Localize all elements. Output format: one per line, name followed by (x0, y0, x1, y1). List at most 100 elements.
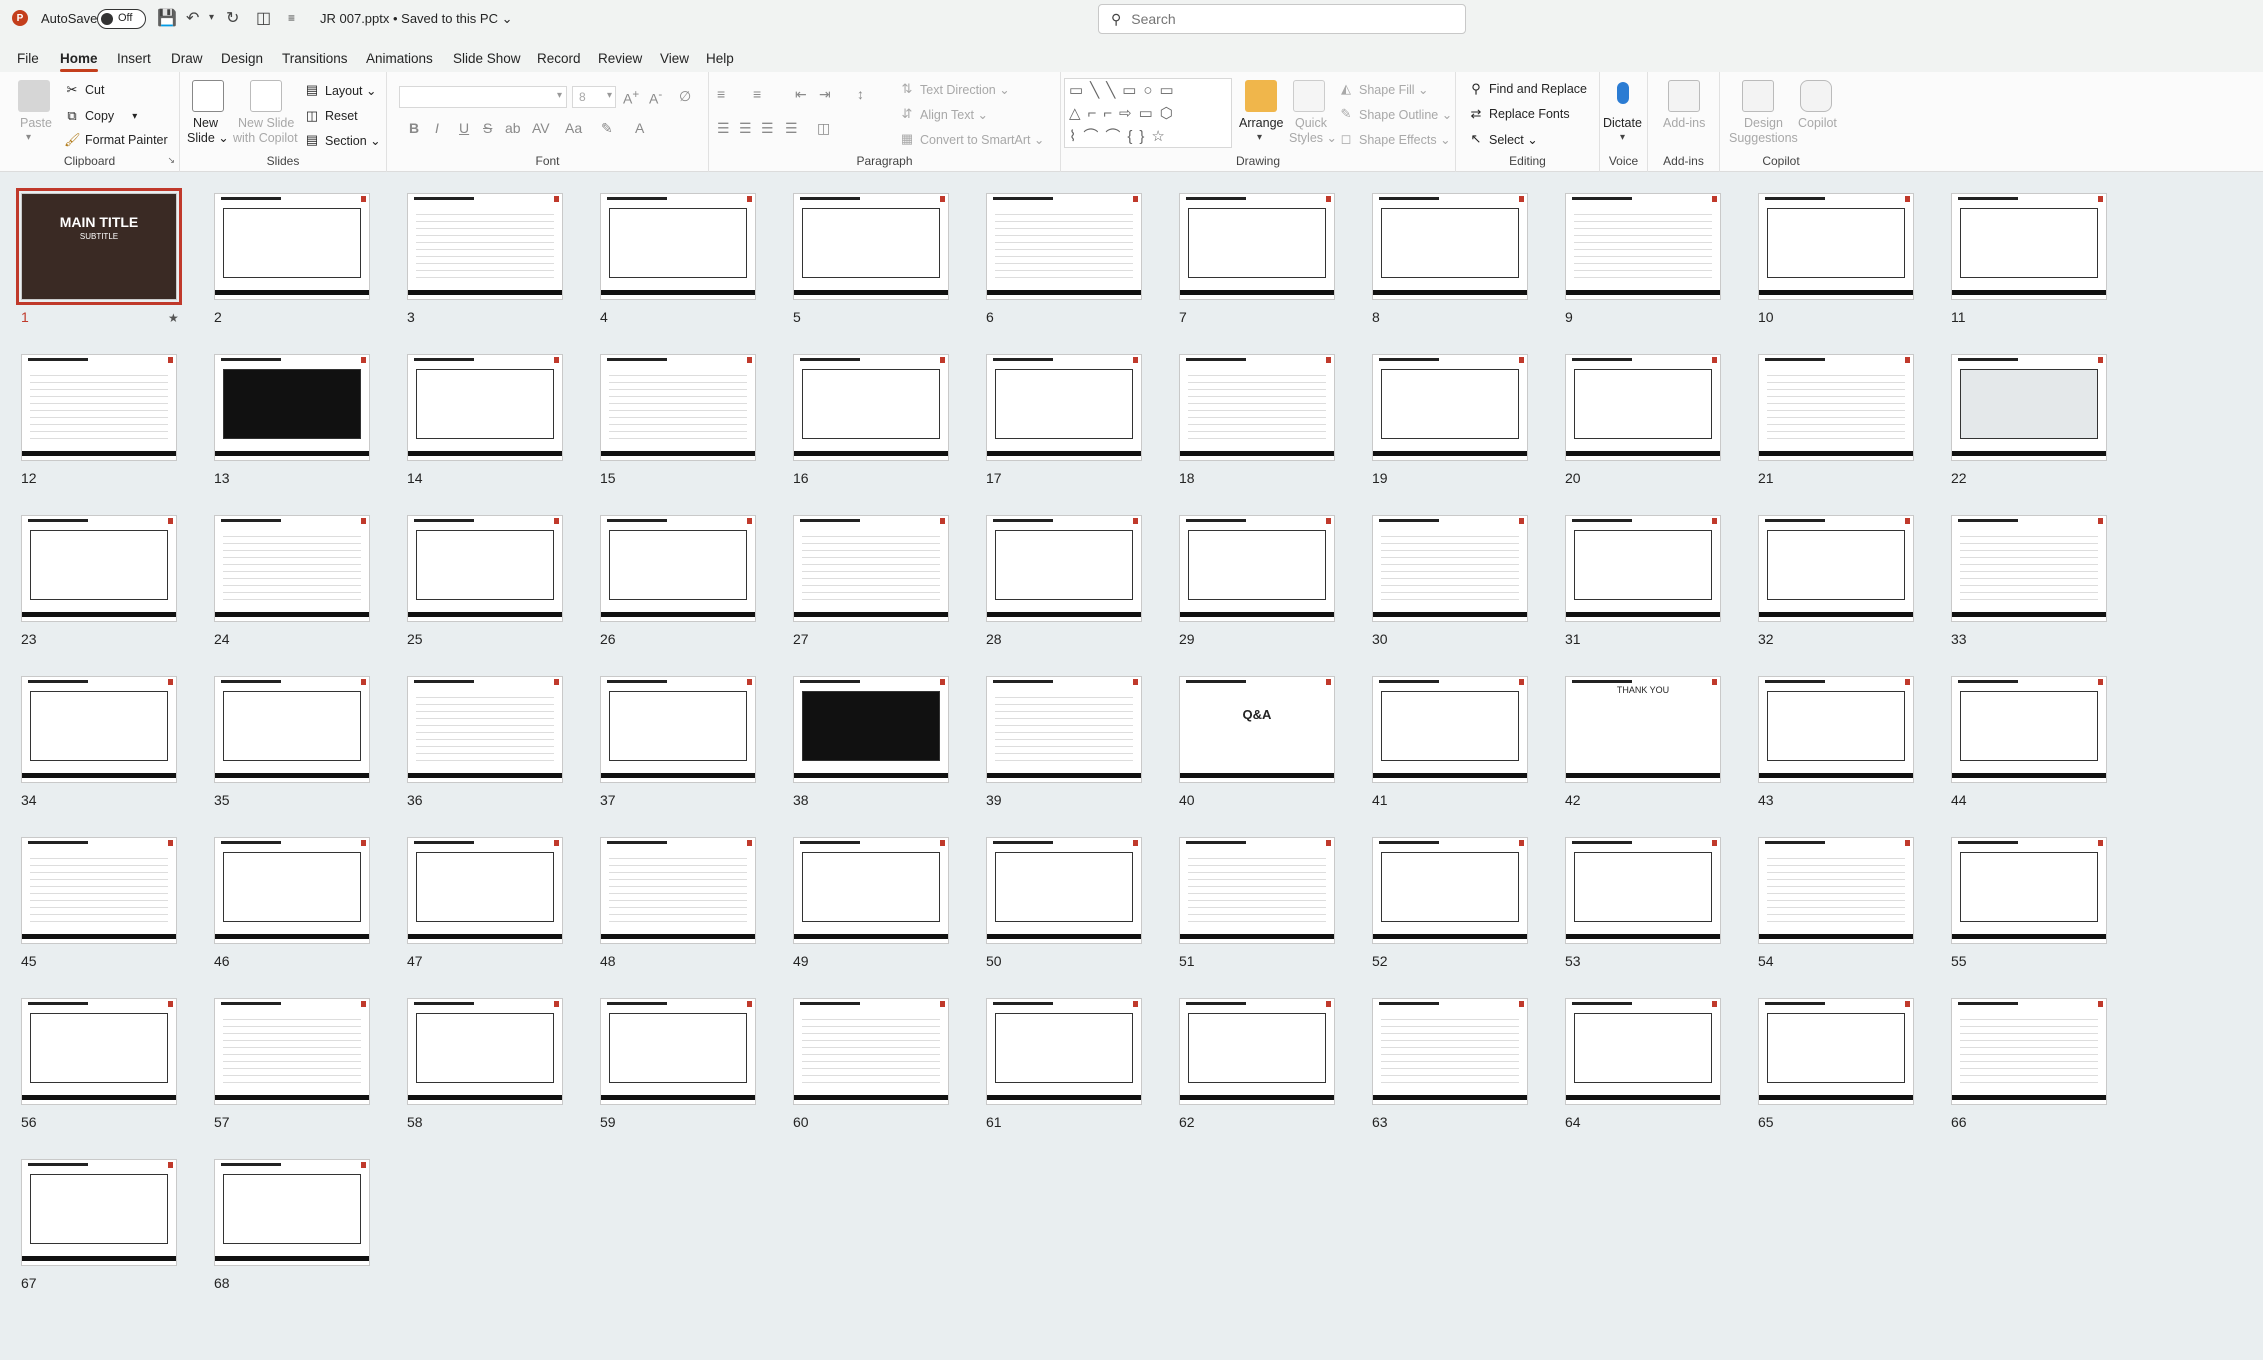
layout-button[interactable]: ▤ Layout ⌄ (304, 82, 377, 98)
autosave-toggle[interactable]: Off (97, 9, 146, 29)
microphone-icon[interactable] (1610, 80, 1636, 112)
slide-thumbnail[interactable] (1372, 354, 1528, 461)
slide-thumbnail[interactable] (1565, 998, 1721, 1105)
paste-dropdown-icon[interactable]: ▾ (26, 132, 31, 143)
arrange-icon[interactable] (1245, 80, 1277, 112)
clipboard-launcher-icon[interactable]: ↘ (167, 155, 175, 166)
paste-label[interactable]: Paste (20, 116, 52, 131)
slide-thumbnail[interactable] (214, 515, 370, 622)
text-direction-button[interactable]: ⇅ Text Direction ⌄ (899, 81, 1010, 97)
slide-thumbnail[interactable] (1179, 354, 1335, 461)
tab-record[interactable]: Record (537, 51, 581, 66)
shape-effects-button[interactable]: ◻ Shape Effects ⌄ (1338, 131, 1451, 147)
search-box[interactable]: ⚲ (1098, 4, 1466, 34)
design-suggestions-label-2[interactable]: Suggestions (1729, 131, 1798, 146)
tab-help[interactable]: Help (706, 51, 734, 66)
quick-styles-label-2[interactable]: Styles ⌄ (1289, 131, 1337, 146)
arrange-label[interactable]: Arrange (1239, 116, 1283, 131)
increase-font-size-icon[interactable]: A+ (623, 88, 639, 107)
underline-icon[interactable]: U (459, 120, 469, 136)
line-spacing-icon[interactable]: ↕ (857, 86, 864, 102)
slide-thumbnail[interactable] (407, 193, 563, 300)
select-button[interactable]: ↖ Select ⌄ (1468, 131, 1538, 147)
reset-button[interactable]: ◫ Reset (304, 108, 358, 124)
tab-design[interactable]: Design (221, 51, 263, 66)
slide-thumbnail[interactable] (214, 998, 370, 1105)
slide-thumbnail[interactable] (793, 998, 949, 1105)
slide-thumbnail[interactable] (21, 354, 177, 461)
new-slide-icon[interactable] (192, 80, 224, 112)
character-spacing-icon[interactable]: AV (532, 120, 550, 136)
slide-thumbnail[interactable] (793, 193, 949, 300)
slide-thumbnail[interactable] (214, 1159, 370, 1266)
customize-toolbar-icon[interactable]: ≡ (288, 11, 295, 25)
find-replace-button[interactable]: ⚲ Find and Replace (1468, 81, 1587, 97)
copilot-label[interactable]: Copilot (1798, 116, 1837, 131)
slide-thumbnail[interactable] (407, 515, 563, 622)
strikethrough-icon[interactable]: S (483, 120, 492, 136)
slide-thumbnail[interactable]: Q&A (1179, 676, 1335, 783)
slide-thumbnail[interactable] (21, 837, 177, 944)
tab-file[interactable]: File (17, 51, 39, 66)
slide-thumbnail[interactable] (1179, 193, 1335, 300)
slide-thumbnail[interactable] (1565, 515, 1721, 622)
replace-fonts-button[interactable]: ⇄ Replace Fonts (1468, 106, 1570, 122)
slide-thumbnail[interactable] (600, 515, 756, 622)
slide-thumbnail[interactable] (600, 998, 756, 1105)
slide-thumbnail[interactable] (214, 193, 370, 300)
slide-thumbnail[interactable] (1951, 998, 2107, 1105)
decrease-font-size-icon[interactable]: A- (649, 88, 662, 107)
slide-thumbnail[interactable] (793, 676, 949, 783)
slide-thumbnail[interactable] (1758, 676, 1914, 783)
section-button[interactable]: ▤ Section ⌄ (304, 132, 381, 148)
search-input[interactable] (1131, 11, 1432, 27)
arrange-dropdown-icon[interactable]: ▾ (1257, 132, 1262, 143)
slide-thumbnail[interactable] (214, 837, 370, 944)
slide-thumbnail[interactable] (1758, 354, 1914, 461)
save-icon[interactable]: 💾 (157, 8, 177, 28)
slide-thumbnail[interactable] (986, 193, 1142, 300)
align-center-icon[interactable]: ☰ (739, 120, 752, 137)
font-size-box[interactable]: 8 ▾ (572, 86, 616, 108)
tab-home[interactable]: Home (60, 51, 98, 72)
slide-thumbnail[interactable] (793, 354, 949, 461)
slide-thumbnail[interactable] (1565, 837, 1721, 944)
slide-thumbnail[interactable] (21, 1159, 177, 1266)
paste-icon[interactable] (18, 80, 50, 112)
slide-thumbnail[interactable] (1758, 998, 1914, 1105)
clear-formatting-icon[interactable]: ∅ (679, 88, 691, 105)
slide-thumbnail[interactable] (793, 837, 949, 944)
slide-thumbnail[interactable] (1951, 354, 2107, 461)
slide-thumbnail[interactable] (1951, 837, 2107, 944)
slide-thumbnail[interactable] (1565, 193, 1721, 300)
slide-thumbnail[interactable] (407, 998, 563, 1105)
text-shadow-icon[interactable]: ab (505, 120, 521, 136)
document-title[interactable]: JR 007.pptx • Saved to this PC ⌄ (320, 11, 512, 27)
tab-insert[interactable]: Insert (117, 51, 151, 66)
slide-thumbnail[interactable] (600, 837, 756, 944)
slide-thumbnail[interactable] (407, 354, 563, 461)
design-suggestions-icon[interactable] (1742, 80, 1774, 112)
slide-thumbnail[interactable] (986, 998, 1142, 1105)
tab-review[interactable]: Review (598, 51, 642, 66)
change-case-icon[interactable]: Aa (565, 120, 582, 136)
slide-thumbnail[interactable] (986, 354, 1142, 461)
shapes-gallery[interactable]: ▭╲╲▭○▭ △⌐⌐⇨▭⬡ ⌇⌒⌒{}☆ (1064, 78, 1232, 148)
slide-thumbnail[interactable] (1179, 998, 1335, 1105)
slide-thumbnail[interactable] (1372, 515, 1528, 622)
slide-thumbnail[interactable] (1179, 515, 1335, 622)
addins-label[interactable]: Add-ins (1663, 116, 1705, 131)
italic-icon[interactable]: I (435, 120, 439, 136)
copy-button[interactable]: ⧉ Copy ▾ (64, 108, 137, 124)
undo-dropdown-icon[interactable]: ▾ (209, 12, 214, 23)
quick-styles-label[interactable]: Quick (1295, 116, 1327, 131)
slide-thumbnail[interactable] (1372, 193, 1528, 300)
slide-thumbnail[interactable] (793, 515, 949, 622)
bold-icon[interactable]: B (409, 120, 419, 136)
shape-outline-button[interactable]: ✎ Shape Outline ⌄ (1338, 106, 1453, 122)
quick-styles-icon[interactable] (1293, 80, 1325, 112)
slide-thumbnail[interactable] (1372, 998, 1528, 1105)
columns-icon[interactable]: ◫ (817, 120, 830, 137)
new-slide-label[interactable]: New (193, 116, 218, 131)
slide-thumbnail[interactable] (986, 515, 1142, 622)
